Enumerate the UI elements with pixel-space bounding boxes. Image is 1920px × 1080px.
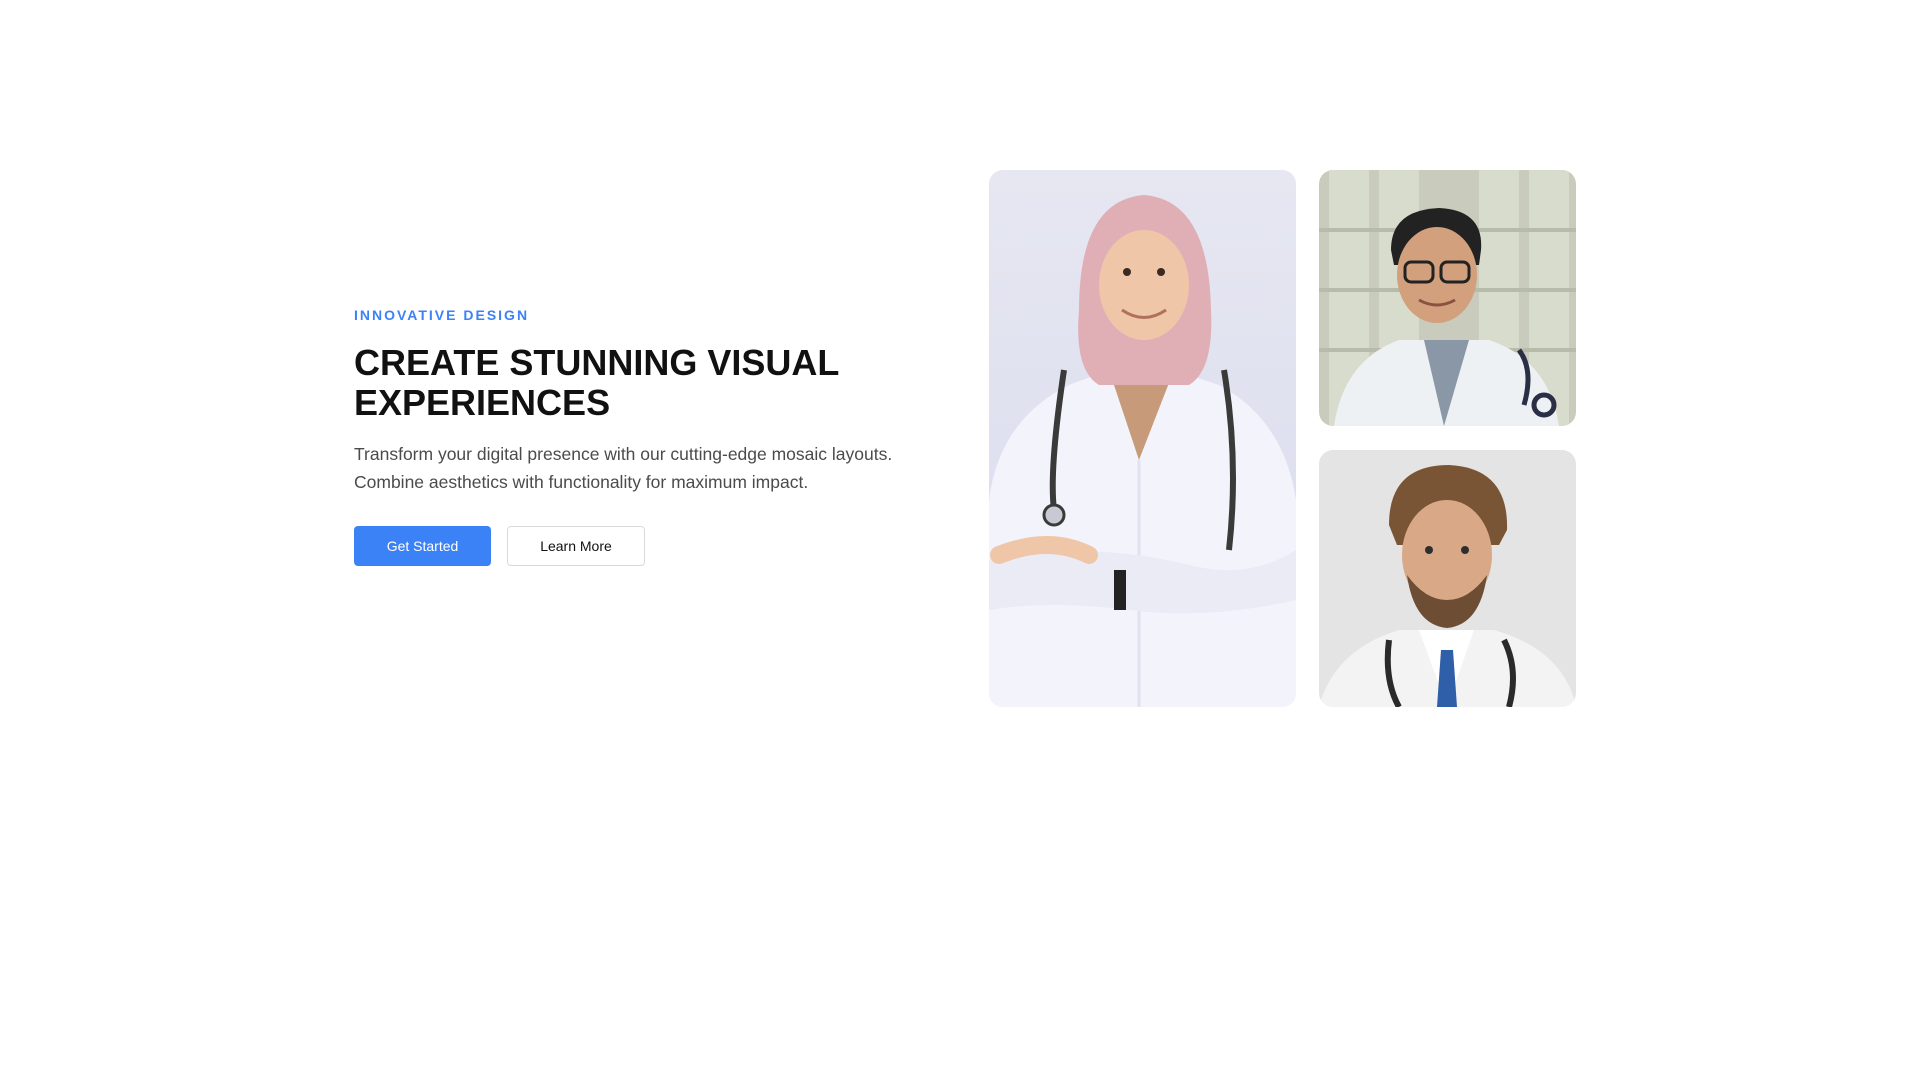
hero-section: INNOVATIVE DESIGN CREATE STUNNING VISUAL…	[0, 0, 1920, 1080]
hero-text-block: INNOVATIVE DESIGN CREATE STUNNING VISUAL…	[354, 307, 954, 566]
hero-subtitle: Transform your digital presence with our…	[354, 444, 893, 492]
get-started-button[interactable]: Get Started	[354, 526, 491, 566]
learn-more-button[interactable]: Learn More	[507, 526, 645, 566]
female-doctor-photo	[989, 170, 1296, 707]
bearded-male-doctor-photo	[1319, 450, 1576, 707]
senior-male-doctor-photo	[1319, 170, 1576, 426]
page-title: CREATE STUNNING VISUAL EXPERIENCES	[354, 342, 839, 423]
eyebrow-label: INNOVATIVE DESIGN	[354, 307, 530, 323]
cta-group: Get Started Learn More	[354, 526, 954, 566]
